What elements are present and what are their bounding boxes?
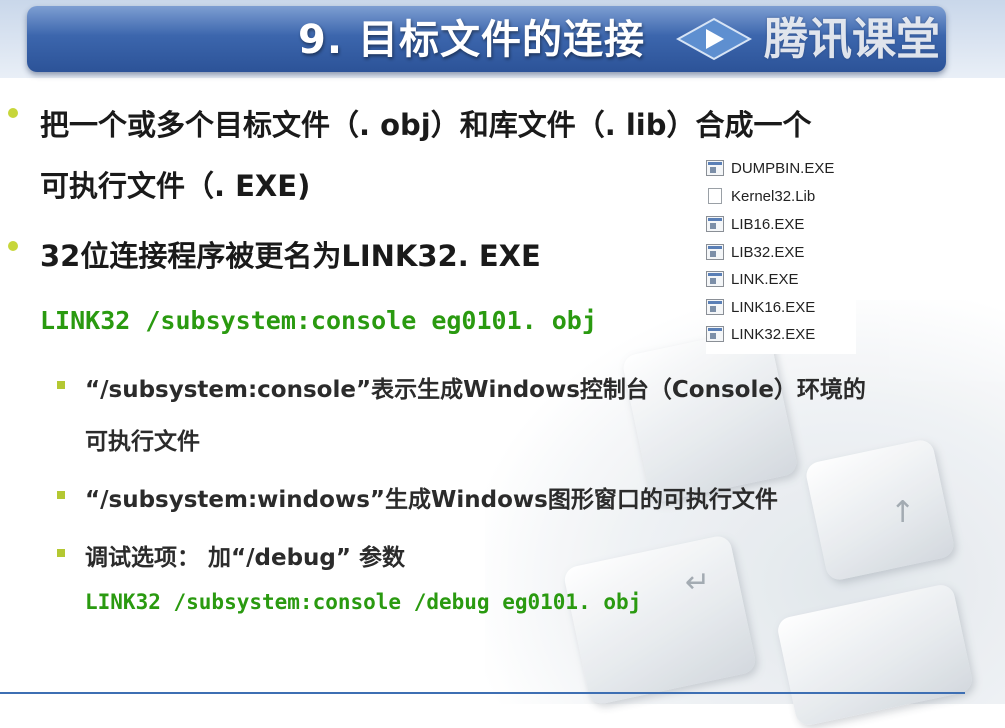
file-name: LIB16.EXE [731, 215, 805, 233]
file-name: LINK32.EXE [731, 325, 816, 343]
exe-icon [706, 271, 724, 287]
exe-icon [706, 216, 724, 232]
file-item[interactable]: LINK32.EXE [706, 322, 815, 346]
play-logo-icon [676, 17, 752, 61]
sub-bullet-square [57, 381, 65, 389]
sub-bullet-square [57, 491, 65, 499]
file-item[interactable]: LIB16.EXE [706, 212, 804, 236]
file-item[interactable]: Kernel32.Lib [706, 184, 815, 208]
sub-bullet-2-line-1: “/subsystem:windows”生成Windows图形窗口的可执行文件 [85, 487, 778, 513]
logo-text: 腾讯课堂 [764, 14, 940, 65]
bullet-dot [8, 241, 18, 251]
link32-debug-command: LINK32 /subsystem:console /debug eg0101.… [85, 590, 642, 614]
bullet-dot [8, 108, 18, 118]
exe-icon [706, 244, 724, 260]
file-item[interactable]: LINK16.EXE [706, 295, 815, 319]
sub-bullet-1-line-2: 可执行文件 [85, 429, 200, 455]
file-item[interactable]: LINK.EXE [706, 267, 799, 291]
file-item[interactable]: LIB32.EXE [706, 240, 804, 264]
bullet-1-line-2: 可执行文件（. EXE) [40, 169, 311, 203]
exe-icon [706, 160, 724, 176]
enter-arrow-icon: ↵ [685, 565, 711, 600]
key-image [775, 582, 975, 728]
file-item[interactable]: DUMPBIN.EXE [706, 156, 834, 180]
arrow-key-image [803, 437, 957, 583]
sub-bullet-square [57, 549, 65, 557]
file-name: LIB32.EXE [731, 243, 805, 261]
bullet-1-line-1: 把一个或多个目标文件（. obj）和库文件（. lib）合成一个 [40, 108, 812, 142]
page-title: 9. 目标文件的连接 [298, 17, 645, 63]
exe-icon [706, 299, 724, 315]
link32-command: LINK32 /subsystem:console eg0101. obj [40, 306, 597, 335]
footer-divider [0, 692, 965, 694]
key-image [562, 533, 758, 707]
file-name: LINK16.EXE [731, 298, 816, 316]
file-name: Kernel32.Lib [731, 187, 816, 205]
sub-bullet-3-line-1: 调试选项： 加“/debug” 参数 [85, 545, 406, 571]
up-arrow-icon: ↑ [890, 495, 916, 530]
exe-icon [706, 326, 724, 342]
document-icon [708, 188, 722, 204]
file-name: DUMPBIN.EXE [731, 159, 835, 177]
file-name: LINK.EXE [731, 270, 799, 288]
sub-bullet-1-line-1: “/subsystem:console”表示生成Windows控制台（Conso… [85, 377, 866, 403]
bullet-2-line-1: 32位连接程序被更名为LINK32. EXE [40, 239, 541, 273]
file-list: DUMPBIN.EXE Kernel32.Lib LIB16.EXE LIB32… [706, 154, 856, 354]
